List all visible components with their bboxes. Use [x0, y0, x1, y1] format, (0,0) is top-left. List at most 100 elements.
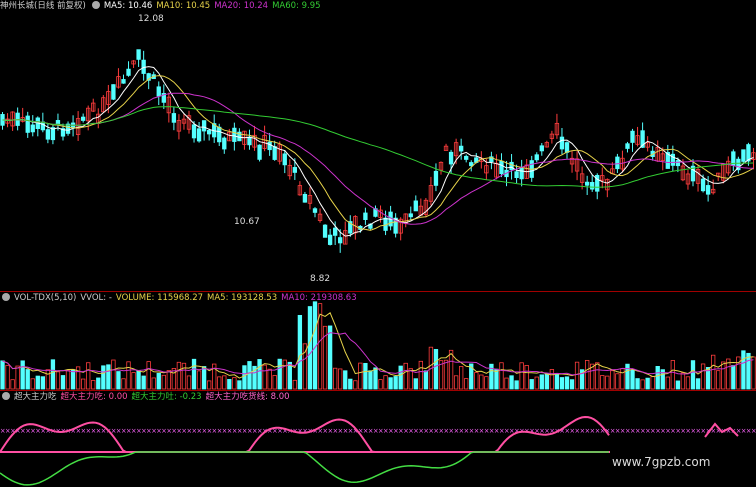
volume-bar: [327, 325, 333, 390]
volume-bar: [50, 359, 56, 390]
candle-body: [564, 142, 570, 153]
candle-body: [30, 124, 35, 133]
eat-line-tail: [704, 422, 739, 438]
volume-bar: [277, 358, 282, 390]
volume-bars: [0, 301, 756, 390]
volume-bar: [741, 350, 746, 390]
volume-bar: [65, 370, 71, 390]
candle-body: [191, 124, 197, 139]
candle-body: [363, 212, 368, 220]
volume-bar: [45, 369, 51, 390]
candle-body: [55, 120, 61, 125]
volume-bar: [292, 379, 298, 390]
volume-bar: [640, 379, 645, 390]
ma-line-20: [2, 92, 754, 225]
volume-bar: [25, 369, 30, 390]
candle-body: [448, 151, 454, 165]
candle-body: [247, 136, 252, 146]
volume-bar: [272, 375, 277, 390]
candle-body: [206, 130, 212, 135]
candle-body: [433, 170, 439, 186]
candle-body: [156, 86, 161, 97]
candle-body: [45, 129, 51, 140]
volume-bar: [15, 365, 20, 390]
volume-bar: [499, 362, 504, 390]
volume-bar: [176, 361, 182, 390]
candle-body: [282, 153, 287, 166]
volume-bar: [544, 373, 550, 390]
kline-chart-canvas[interactable]: ××××××××××××××××××××××××××××××××××××××××…: [0, 0, 756, 487]
volume-bar: [509, 375, 514, 390]
candle-body: [469, 162, 474, 167]
volume-bar: [403, 362, 408, 390]
volume-bar: [433, 349, 439, 390]
volume-bar: [574, 361, 580, 390]
candle-body: [630, 130, 635, 143]
candle-body: [40, 121, 46, 131]
volume-bar: [615, 373, 620, 390]
candle-body: [509, 161, 514, 171]
volume-bar: [121, 378, 126, 390]
volume-bar: [690, 360, 696, 390]
volume-bar: [131, 372, 136, 390]
candle-body: [327, 234, 333, 245]
volume-bar: [60, 375, 66, 390]
volume-bar: [504, 377, 509, 390]
volume-bar: [464, 378, 469, 390]
volume-bar: [519, 362, 524, 390]
candle-body: [675, 160, 681, 167]
volume-bar: [685, 376, 691, 390]
volume-bar: [595, 362, 600, 390]
volume-bar: [30, 378, 35, 390]
candle-body: [302, 193, 308, 203]
price-mid-label: 10.67: [234, 217, 260, 227]
volume-bar: [222, 375, 227, 390]
volume-bar: [126, 361, 131, 390]
volume-bar: [529, 379, 534, 390]
volume-bar: [630, 369, 635, 390]
volume-bar: [655, 366, 660, 390]
volume-bar: [267, 368, 272, 390]
candlestick-series: [0, 49, 756, 253]
candle-body: [705, 185, 711, 195]
volume-bar: [348, 378, 353, 390]
volume-bar: [388, 377, 393, 390]
volume-bar: [96, 377, 101, 390]
volume-bar: [393, 376, 398, 390]
volume-bar: [479, 374, 484, 390]
volume-bar: [10, 379, 15, 390]
candle-body: [232, 127, 237, 142]
candle-body: [171, 113, 177, 123]
volume-bar: [217, 376, 222, 390]
volume-bar: [625, 363, 630, 390]
volume-bar: [584, 359, 590, 390]
volume-bar: [418, 360, 424, 390]
volume-bar: [166, 370, 172, 390]
candle-body: [514, 171, 519, 179]
volume-bar: [559, 377, 565, 390]
candle-body: [312, 208, 318, 213]
volume-bar: [201, 366, 207, 390]
candle-body: [196, 128, 202, 142]
volume-bar: [650, 376, 655, 390]
volume-bar: [247, 361, 252, 390]
volume-bar: [569, 379, 575, 390]
volume-bar: [383, 375, 388, 390]
candle-body: [584, 181, 590, 186]
panel-separators: [0, 291, 756, 391]
volume-bar: [91, 379, 96, 390]
candle-body: [338, 237, 343, 244]
volume-bar: [398, 365, 403, 390]
volume-bar: [55, 371, 61, 390]
volume-bar: [751, 356, 756, 390]
volume-bar: [0, 360, 5, 390]
candle-body: [408, 213, 413, 218]
volume-bar: [353, 380, 358, 390]
candle-body: [700, 178, 706, 192]
volume-bar: [156, 372, 161, 390]
volume-bar: [116, 371, 121, 390]
volume-bar: [605, 375, 610, 390]
volume-bar: [534, 376, 539, 390]
volume-bar: [186, 375, 192, 390]
candle-body: [217, 126, 222, 143]
